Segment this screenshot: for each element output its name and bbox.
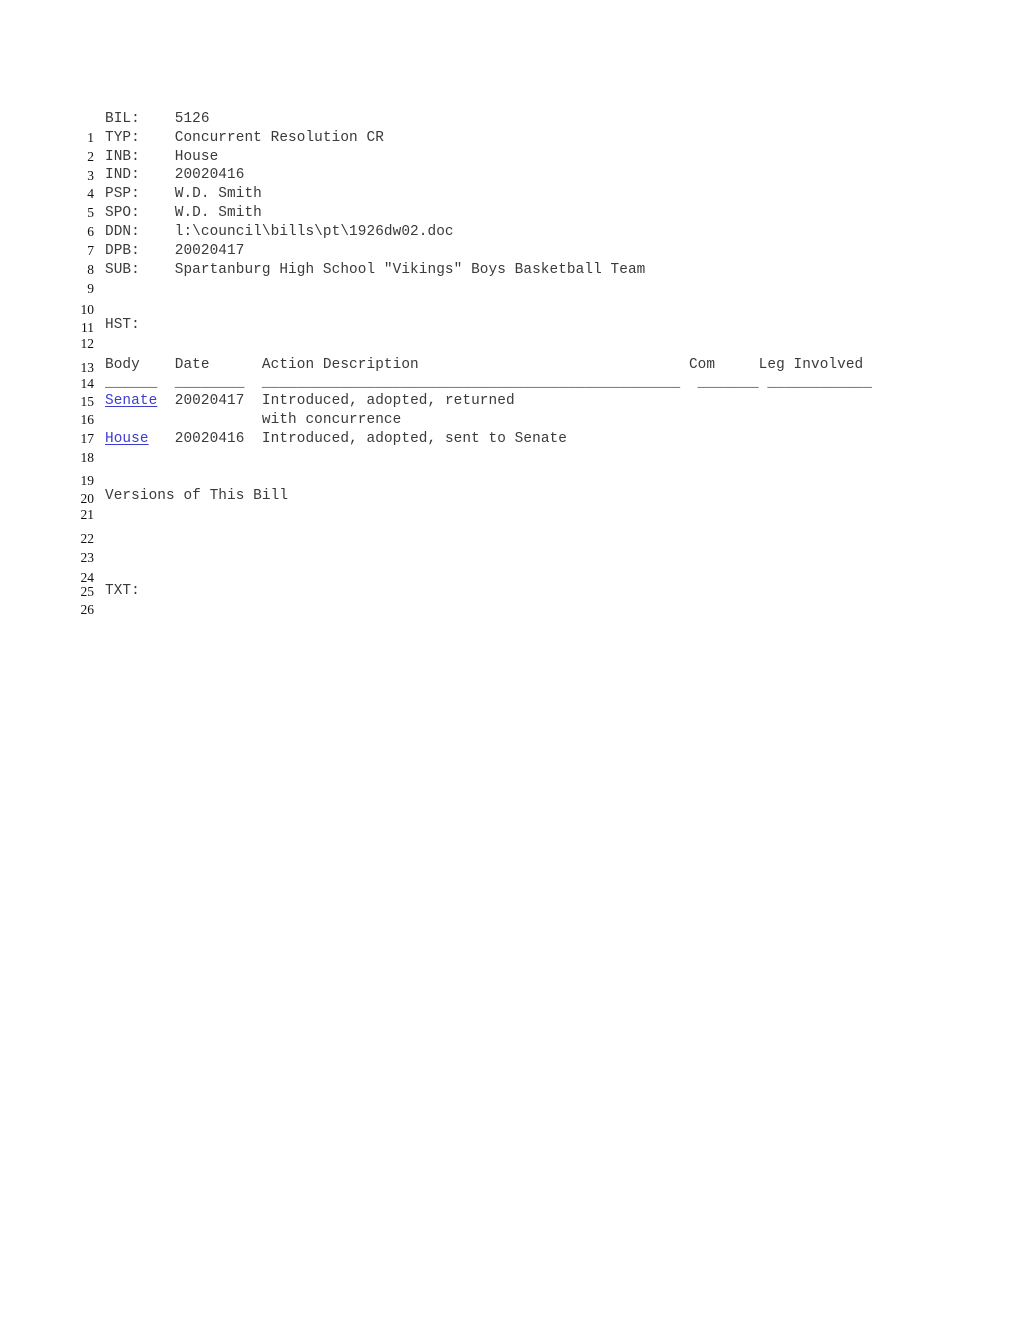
document-line-2: 2 TYP: Concurrent Resolution CR: [0, 129, 384, 164]
document-page: 1 BIL: 5126 2 TYP: Concurrent Resolution…: [0, 0, 1020, 1320]
document-line-6: 6 SPO: W.D. Smith: [0, 204, 262, 239]
bill-field-ind: IND: 20020416: [105, 167, 245, 183]
document-line-1: 1 BIL: 5126: [0, 110, 209, 145]
history-row-senate-action: Introduced, adopted, returned: [261, 393, 515, 409]
versions-heading: Versions of This Bill: [105, 488, 289, 504]
bill-field-inb: INB: House: [105, 149, 219, 165]
document-line-10: 10: [0, 282, 95, 317]
document-line-15: 15 ______ ________ _____________________…: [0, 374, 872, 409]
document-line-17: 17 with concurrence: [0, 411, 402, 446]
document-line-22: 22: [0, 511, 95, 546]
bill-field-ddn: DDN: l:\council\bills\pt\1926dw02.doc: [105, 224, 454, 240]
history-row-house-rest: 20020416 Introduced, adopted, sent to Se…: [149, 431, 567, 447]
document-line-3: 3 INB: House: [0, 148, 218, 183]
text-section-label: TXT:: [105, 583, 140, 599]
document-line-12: 12 HST:: [0, 316, 140, 351]
document-line-7: 7 DDN: l:\council\bills\pt\1926dw02.doc: [0, 223, 453, 258]
history-row-senate-rest: 20020417 Introduced, adopted, returned: [157, 393, 515, 409]
document-line-25: 25: [0, 564, 95, 599]
history-row-house-action: Introduced, adopted, sent to Senate: [261, 431, 567, 447]
document-line-8: 8 DPB: 20020417: [0, 242, 244, 277]
body-link-senate[interactable]: Senate: [105, 393, 157, 409]
history-row-house: House 20020416 Introduced, adopted, sent…: [105, 430, 567, 449]
document-line-26: 26 TXT:: [0, 582, 140, 617]
history-row-house-date: 20020416: [174, 431, 245, 447]
history-table-header: Body Date Action Description Com Leg Inv…: [105, 357, 864, 373]
bill-field-dpb: DPB: 20020417: [105, 243, 245, 259]
bill-field-psp: PSP: W.D. Smith: [105, 186, 262, 202]
document-line-19: 19: [0, 453, 95, 488]
bill-field-sub: SUB: Spartanburg High School "Vikings" B…: [105, 262, 646, 278]
bill-field-typ: TYP: Concurrent Resolution CR: [105, 130, 384, 146]
document-line-18: 18 House 20020416 Introduced, adopted, s…: [0, 430, 567, 465]
history-row-senate-action-cont: with concurrence: [105, 412, 402, 428]
document-line-5: 5 PSP: W.D. Smith: [0, 185, 262, 220]
document-line-4: 4 IND: 20020416: [0, 166, 244, 201]
bill-field-spo: SPO: W.D. Smith: [105, 205, 262, 221]
document-line-23: 23: [0, 530, 95, 565]
history-row-senate: Senate 20020417 Introduced, adopted, ret…: [105, 392, 515, 411]
history-row-senate-date: 20020417: [174, 393, 245, 409]
bill-field-bil: BIL: 5126: [105, 111, 210, 127]
document-line-16: 16 Senate 20020417 Introduced, adopted, …: [0, 392, 515, 427]
document-line-14: 14 Body Date Action Description Com Leg …: [0, 356, 864, 391]
document-line-21: 21 Versions of This Bill: [0, 487, 288, 522]
history-table-rule: ______ ________ ________________________…: [105, 375, 872, 391]
history-section-label: HST:: [105, 317, 140, 333]
body-link-house[interactable]: House: [105, 431, 149, 447]
document-line-9: 9 SUB: Spartanburg High School "Vikings"…: [0, 261, 645, 296]
line-number: 26: [80, 602, 95, 617]
